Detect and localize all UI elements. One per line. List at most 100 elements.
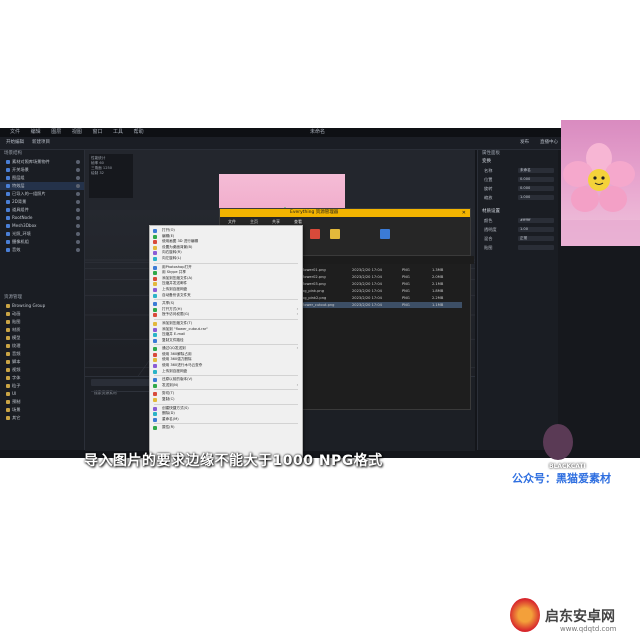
visibility-icon[interactable] [76, 160, 80, 164]
menu-window[interactable]: 窗口 [92, 129, 102, 135]
toolbar: 开始编辑 新建项目 发布 直播中心 GPU模式 帮助 [0, 137, 640, 150]
property-value-field[interactable]: 1.00 [518, 227, 554, 232]
tree-item[interactable]: 素材对照库场景物件 [0, 158, 84, 166]
asset-folder[interactable]: 字体 [0, 374, 84, 382]
tree-item[interactable]: 图层组 [0, 174, 84, 182]
tree-item[interactable]: RootNode [0, 214, 84, 222]
asset-folder[interactable]: 粒子 [0, 382, 84, 390]
toolbar-live-button[interactable]: 直播中心 [540, 140, 558, 146]
visibility-icon[interactable] [76, 192, 80, 196]
tree-item[interactable]: Mesh3Dbox [0, 222, 84, 230]
folder-icon [6, 416, 10, 420]
property-value-field[interactable] [518, 245, 554, 250]
menu-file[interactable]: 文件 [10, 129, 20, 135]
node-icon [6, 160, 10, 164]
visibility-icon[interactable] [76, 240, 80, 244]
delete-icon[interactable] [310, 229, 320, 239]
property-value-field[interactable]: 1.000 [518, 195, 554, 200]
menu-item-label: 用 Skype 共享 [162, 270, 186, 275]
file-row[interactable]: flower01.png 2023/2/20 17:04 PNG 1.3MB [302, 267, 462, 273]
file-name: bg_pink2.png [302, 296, 327, 300]
menu-item-label: 上传到百度网盘 [162, 368, 188, 373]
file-row[interactable]: bg_pink.png 2023/2/20 17:04 PNG 1.8MB [302, 288, 462, 294]
tree-item[interactable]: 道具组件 [0, 206, 84, 214]
tree-item[interactable]: 开关场景 [0, 166, 84, 174]
visibility-icon[interactable] [76, 232, 80, 236]
wechat-account-label: 公众号：黑猫爱素材 [512, 472, 611, 485]
asset-folder[interactable]: 脚本 [0, 358, 84, 366]
context-menu-item[interactable]: 上传到百度网盘 [150, 369, 302, 375]
explorer-titlebar[interactable]: Everything 资源管理器 ✕ [220, 209, 470, 217]
toolbar-publish-button[interactable]: 发布 [520, 140, 529, 146]
folder-icon[interactable] [330, 229, 340, 239]
toolbar-edit-button[interactable]: 开始编辑 [6, 140, 24, 146]
visibility-icon[interactable] [76, 248, 80, 252]
visibility-icon[interactable] [76, 184, 80, 188]
file-size: 2.1MB [432, 282, 444, 286]
properties-panel: 属性面板 变换 名称 未命名 位置 0.000 旋转 0.000 缩放 1.000 材质设置 … [477, 150, 558, 450]
tree-item[interactable]: 光照_环境 [0, 230, 84, 238]
menu-item-icon [153, 333, 157, 338]
folder-icon [6, 392, 10, 396]
visibility-icon[interactable] [76, 200, 80, 204]
menu-item-label: 自动备份该文件夹 [162, 292, 191, 297]
asset-folder[interactable]: UI [0, 390, 84, 398]
property-value-field[interactable]: 0.000 [518, 177, 554, 182]
asset-folder[interactable]: 音频 [0, 350, 84, 358]
property-row: 混合 正常 [478, 234, 558, 243]
asset-folder[interactable]: 材质 [0, 326, 84, 334]
context-menu-item[interactable]: 复制文件路径 [150, 338, 302, 344]
context-menu-item[interactable]: 授予访问权限(G) › [150, 312, 302, 318]
file-row[interactable]: flower02.png 2023/2/20 17:04 PNG 2.0MB [302, 274, 462, 280]
file-row[interactable]: bg_pink2.png 2023/2/20 17:04 PNG 2.2MB [302, 295, 462, 301]
asset-folder[interactable]: 预制 [0, 398, 84, 406]
visibility-icon[interactable] [76, 168, 80, 172]
context-menu-item[interactable]: 向左旋转(L) [150, 256, 302, 262]
context-menu-item[interactable]: 复制(C) [150, 397, 302, 403]
visibility-icon[interactable] [76, 176, 80, 180]
context-menu-item[interactable]: 属性(R) [150, 425, 302, 431]
asset-folder[interactable]: Browsing Group [0, 302, 84, 310]
file-type: PNG [402, 268, 410, 272]
context-menu-item[interactable]: 自动备份该文件夹 [150, 293, 302, 299]
file-type: PNG [402, 303, 410, 307]
properties-icon[interactable] [380, 229, 390, 239]
file-row[interactable]: flower_cutout.png 2023/2/20 17:04 PNG 1.1MB [302, 302, 462, 308]
menu-item-label: 向左旋转(L) [162, 255, 182, 260]
node-icon [6, 240, 10, 244]
file-size: 1.8MB [432, 289, 444, 293]
visibility-icon[interactable] [76, 216, 80, 220]
menu-item-label: 压缩并发送邮件 [162, 281, 188, 286]
menu-help[interactable]: 帮助 [134, 129, 144, 135]
context-menu-item[interactable]: 发送到(N) › [150, 383, 302, 389]
asset-folder[interactable]: 视频 [0, 366, 84, 374]
asset-folder[interactable]: 纹理 [0, 342, 84, 350]
toolbar-new-project-button[interactable]: 新建项目 [32, 140, 50, 146]
asset-folder[interactable]: 模型 [0, 334, 84, 342]
file-type: PNG [402, 282, 410, 286]
property-value-field[interactable]: 正常 [518, 236, 554, 241]
visibility-icon[interactable] [76, 208, 80, 212]
property-value-field[interactable]: 未命名 [518, 168, 554, 173]
menu-view[interactable]: 视图 [72, 129, 82, 135]
asset-folder[interactable]: 动画 [0, 310, 84, 318]
file-row[interactable]: flower03.png 2023/2/20 17:04 PNG 2.1MB [302, 281, 462, 287]
visibility-icon[interactable] [76, 224, 80, 228]
menu-edit[interactable]: 编辑 [31, 129, 41, 135]
close-icon[interactable]: ✕ [462, 209, 466, 217]
asset-folder[interactable]: 其它 [0, 414, 84, 422]
asset-folder[interactable]: 贴图 [0, 318, 84, 326]
property-value-field[interactable]: 0.000 [518, 186, 554, 191]
property-value-field[interactable]: #ffffff [518, 218, 554, 223]
tree-item[interactable]: 2D背景 [0, 198, 84, 206]
tree-item[interactable]: 特效层 [0, 182, 84, 190]
context-menu-item[interactable]: 重命名(M) [150, 417, 302, 423]
tree-item[interactable]: 音效 [0, 246, 84, 254]
property-label: 颜色 [484, 218, 493, 223]
tree-item[interactable]: 摄像机组 [0, 238, 84, 246]
tree-item[interactable]: 已导入的一组照片 [0, 190, 84, 198]
menu-tools[interactable]: 工具 [113, 129, 123, 135]
asset-search-input[interactable]: 搜索资源素材 [91, 379, 151, 395]
menu-layer[interactable]: 图层 [51, 129, 61, 135]
asset-folder[interactable]: 场景 [0, 406, 84, 414]
